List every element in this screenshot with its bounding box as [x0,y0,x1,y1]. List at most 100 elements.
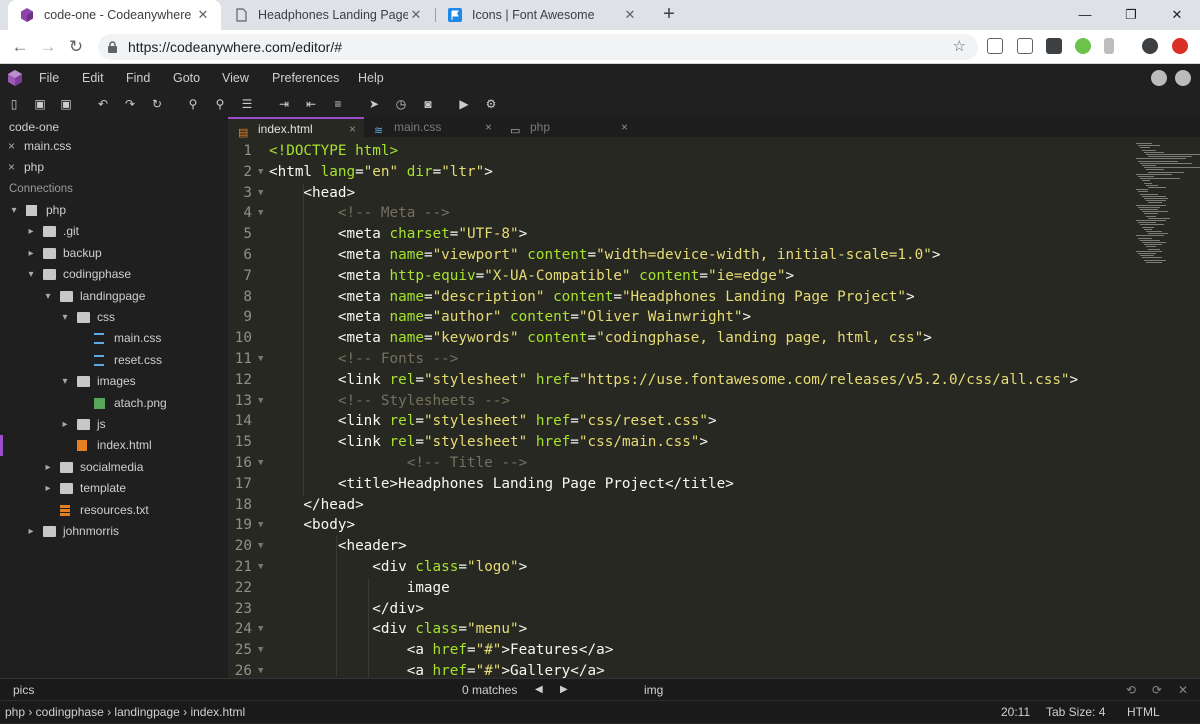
close-file-icon[interactable]: × [8,157,15,178]
close-editor-tab-icon[interactable]: × [349,119,356,139]
tree-item-folder[interactable]: ▾ landingpage [0,286,228,307]
replace-all-icon[interactable]: ⟳ [1152,679,1162,701]
fold-arrow-icon[interactable]: ▼ [258,536,263,557]
close-find-icon[interactable]: ✕ [1178,679,1188,701]
maximize-button[interactable]: ❐ [1108,0,1154,30]
outdent-icon[interactable]: ⇤ [303,96,319,112]
extension-icon[interactable] [1017,38,1033,54]
power-icon[interactable] [1175,70,1191,86]
editor-tab-main-css[interactable]: ≋ main.css × [364,117,500,137]
forward-button[interactable]: → [36,35,60,59]
menu-preferences[interactable]: Preferences [272,64,339,92]
fold-arrow-icon[interactable]: ▼ [258,557,263,578]
menu-find[interactable]: Find [126,64,150,92]
chevron-right-icon[interactable]: ▸ [43,478,53,499]
user-icon[interactable] [1151,70,1167,86]
tree-item-folder[interactable]: ▸ .git [0,221,228,242]
refresh-icon[interactable]: ↻ [149,96,165,112]
close-editor-tab-icon[interactable]: × [621,117,628,137]
language-mode[interactable]: HTML [1127,701,1160,724]
find-next-button[interactable]: ▶ [560,679,568,701]
fold-arrow-icon[interactable]: ▼ [258,640,263,661]
tree-item-text[interactable]: resources.txt [0,500,228,521]
chevron-down-icon[interactable]: ▾ [43,286,53,307]
tree-item-folder[interactable]: ▸ js [0,414,228,435]
code-editor[interactable]: 1 <!DOCTYPE html> 2 ▼ <html lang="en" dir="l… [228,141,1134,678]
minimize-button[interactable]: — [1062,0,1108,30]
tree-item-folder[interactable]: ▸ template [0,478,228,499]
close-editor-tab-icon[interactable]: × [485,117,492,137]
chevron-right-icon[interactable]: ▸ [26,521,36,542]
fold-arrow-icon[interactable]: ▼ [258,453,263,474]
new-file-icon[interactable]: ▯ [6,96,22,112]
preview-icon[interactable]: ◙ [420,96,436,112]
chevron-right-icon[interactable]: ▸ [26,243,36,264]
tree-item-folder[interactable]: ▾ codingphase [0,264,228,285]
dropper-extension-icon[interactable] [1104,38,1114,54]
cast-icon[interactable] [987,38,1003,54]
chevron-right-icon[interactable]: ▸ [26,221,36,242]
find-prev-button[interactable]: ◀ [535,679,543,701]
tree-item-css[interactable]: main.css [0,328,228,349]
tree-item-image[interactable]: atach.png [0,393,228,414]
run-icon[interactable]: ▶ [456,96,472,112]
chevron-right-icon[interactable]: ▸ [43,457,53,478]
bookmark-star-icon[interactable]: ☆ [953,34,966,60]
tree-item-folder[interactable]: ▾ css [0,307,228,328]
tree-item-html[interactable]: index.html [0,435,228,457]
chevron-down-icon[interactable]: ▾ [60,371,70,392]
menu-view[interactable]: View [222,64,249,92]
fold-arrow-icon[interactable]: ▼ [258,183,263,204]
settings-gear-icon[interactable]: ⚙ [483,96,499,112]
format-icon[interactable]: ≡ [330,96,346,112]
menu-goto[interactable]: Goto [173,64,200,92]
replace-input[interactable]: img [644,679,663,701]
browser-tab-headphones[interactable]: Headphones Landing Page Projec ✕ [222,0,434,30]
replace-icon[interactable]: ☰ [239,96,255,112]
send-icon[interactable]: ➤ [366,96,382,112]
chevron-down-icon[interactable]: ▾ [60,307,70,328]
address-bar[interactable]: https://codeanywhere.com/editor/# ☆ [98,34,978,60]
fold-arrow-icon[interactable]: ▼ [258,391,263,412]
fold-arrow-icon[interactable]: ▼ [258,162,263,183]
open-file-php[interactable]: × php [0,157,228,178]
tree-item-folder[interactable]: ▾ images [0,371,228,392]
chevron-right-icon[interactable]: ▸ [60,414,70,435]
replace-icon[interactable]: ⟲ [1126,679,1136,701]
search-replace-icon[interactable]: ⚲ [212,96,228,112]
tree-item-folder[interactable]: ▸ backup [0,243,228,264]
save-all-icon[interactable]: ▣ [58,96,74,112]
fold-arrow-icon[interactable]: ▼ [258,619,263,640]
close-tab-icon[interactable]: ✕ [195,7,211,23]
indent-icon[interactable]: ⇥ [276,96,292,112]
open-file-main-css[interactable]: × main.css [0,136,228,157]
chevron-down-icon[interactable]: ▾ [26,264,36,285]
close-tab-icon[interactable]: ✕ [622,7,638,23]
reload-button[interactable]: ↻ [64,35,88,59]
tree-item-server[interactable]: ▾ php [0,200,228,221]
history-icon[interactable]: ◷ [393,96,409,112]
redo-icon[interactable]: ↷ [122,96,138,112]
save-icon[interactable]: ▣ [32,96,48,112]
back-button[interactable]: ← [8,35,32,59]
fold-arrow-icon[interactable]: ▼ [258,515,263,536]
avatar[interactable] [1142,38,1158,54]
close-tab-icon[interactable]: ✕ [408,7,424,23]
close-file-icon[interactable]: × [8,136,15,157]
node-extension-icon[interactable] [1075,38,1091,54]
tree-item-folder[interactable]: ▸ johnmorris [0,521,228,542]
menu-help[interactable]: Help [358,64,384,92]
menu-file[interactable]: File [39,64,59,92]
browser-tab-codeanywhere[interactable]: code-one - Codeanywhere ✕ [8,0,221,30]
minimap[interactable] [1134,141,1200,678]
undo-icon[interactable]: ↶ [95,96,111,112]
tab-size[interactable]: Tab Size: 4 [1046,701,1105,724]
shield-extension-icon[interactable] [1046,38,1062,54]
search-icon[interactable]: ⚲ [185,96,201,112]
fold-arrow-icon[interactable]: ▼ [258,661,263,678]
update-alert-icon[interactable] [1172,38,1188,54]
tree-item-css[interactable]: reset.css [0,350,228,371]
breadcrumb[interactable]: php › codingphase › landingpage › index.… [5,701,245,724]
close-window-button[interactable]: ✕ [1154,0,1200,30]
editor-tab-index-html[interactable]: ▤ index.html × [228,117,364,139]
